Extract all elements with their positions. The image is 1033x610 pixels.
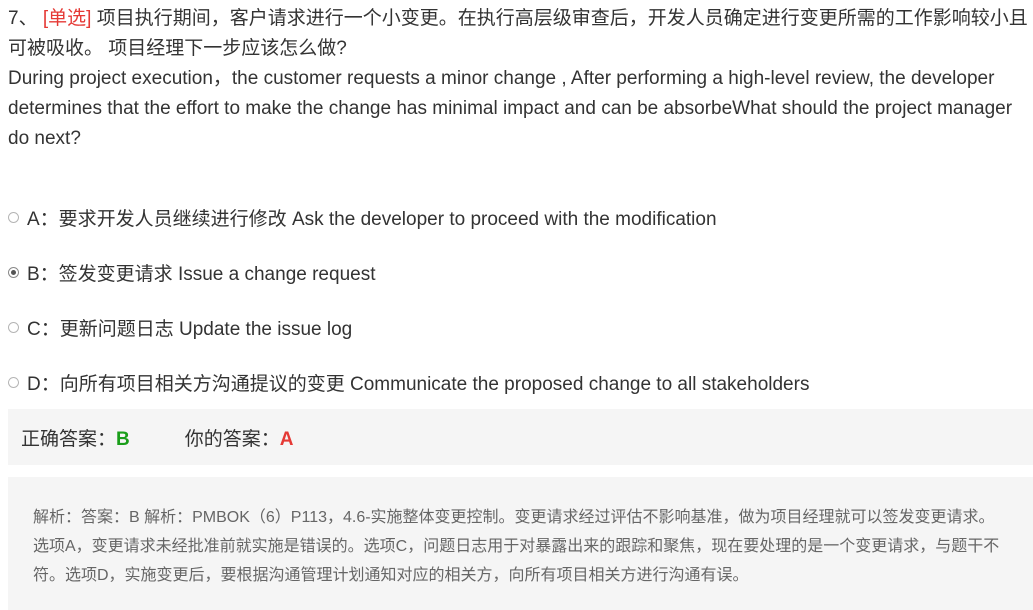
question-block: 7、 [单选] 项目执行期间，客户请求进行一个小变更。在执行高层级审查后，开发人… [8,4,1028,154]
analysis-text: 解析：答案：B 解析：PMBOK（6）P113，4.6-实施整体变更控制。变更请… [33,509,1000,584]
correct-answer: 正确答案：B [21,424,130,451]
question-type-tag: [单选] [42,8,92,29]
question-text-cn: 项目执行期间，客户请求进行一个小变更。在执行高层级审查后，开发人员确定进行变更所… [8,8,1028,59]
radio-c[interactable] [8,322,19,333]
your-answer: 你的答案：A [185,424,294,451]
radio-d[interactable] [8,377,19,388]
option-b[interactable]: B：签发变更请求 Issue a change request [8,245,1028,300]
option-c-label: C：更新问题日志 Update the issue log [27,319,353,340]
option-d-label: D：向所有项目相关方沟通提议的变更 Communicate the propos… [27,374,810,395]
question-number: 7、 [8,8,38,29]
option-b-label: B：签发变更请求 Issue a change request [27,264,376,285]
answer-bar: 正确答案：B 你的答案：A [8,409,1033,465]
analysis-panel: 解析：答案：B 解析：PMBOK（6）P113，4.6-实施整体变更控制。变更请… [8,477,1033,610]
your-answer-value: A [279,428,294,450]
your-answer-label: 你的答案： [184,428,280,450]
option-a[interactable]: A：要求开发人员继续进行修改 Ask the developer to proc… [8,190,1028,245]
option-d[interactable]: D：向所有项目相关方沟通提议的变更 Communicate the propos… [8,355,1028,410]
options-list: A：要求开发人员继续进行修改 Ask the developer to proc… [8,190,1028,410]
radio-a[interactable] [8,212,19,223]
question-text-en: During project execution，the customer re… [8,68,1013,149]
option-c[interactable]: C：更新问题日志 Update the issue log [8,300,1028,355]
correct-answer-value: B [116,428,130,450]
correct-answer-label: 正确答案： [21,428,117,450]
option-a-label: A：要求开发人员继续进行修改 Ask the developer to proc… [27,209,717,230]
radio-b[interactable] [8,267,19,278]
